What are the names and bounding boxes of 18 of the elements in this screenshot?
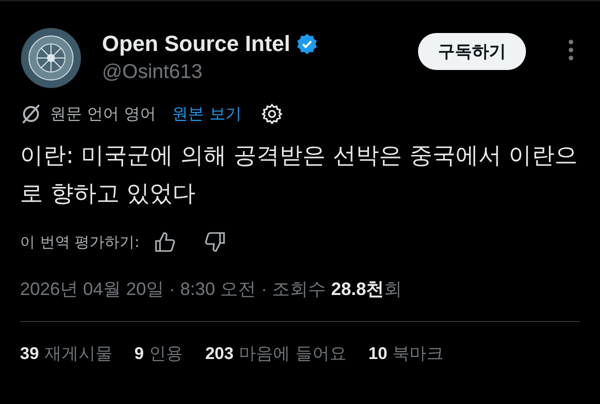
account-name[interactable]: Open Source Intel <box>102 31 290 57</box>
thumbs-down-icon[interactable] <box>204 231 226 253</box>
engagement-stat[interactable]: 9 인용 <box>134 342 184 365</box>
post-text: 이란: 미국군에 의해 공격받은 선박은 중국에서 이란으로 향하고 있었다 <box>20 142 579 209</box>
engagement-stat[interactable]: 10 북마크 <box>368 342 444 365</box>
post-timestamp-views: 2026년 04월 20일 · 8:30 오전 · 조회수 28.8천회 <box>20 278 404 301</box>
settings-icon[interactable] <box>261 103 284 125</box>
translate-icon <box>20 103 42 125</box>
account-handle[interactable]: @Osint613 <box>102 61 398 84</box>
avatar-icon[interactable] <box>20 27 82 89</box>
source-language-note: 원문 언어 영어 <box>50 104 156 124</box>
show-original-link[interactable]: 원본 보기 <box>172 104 242 124</box>
engagement-stat[interactable]: 39 재게시물 <box>20 342 112 365</box>
more-options-icon[interactable] <box>568 39 574 61</box>
thumbs-up-icon[interactable] <box>154 231 176 253</box>
rate-translation-label: 이 번역 평가하기: <box>20 232 140 252</box>
subscribe-button[interactable]: 구독하기 <box>418 33 526 70</box>
engagement-stat[interactable]: 203 마음에 들어요 <box>205 342 346 365</box>
